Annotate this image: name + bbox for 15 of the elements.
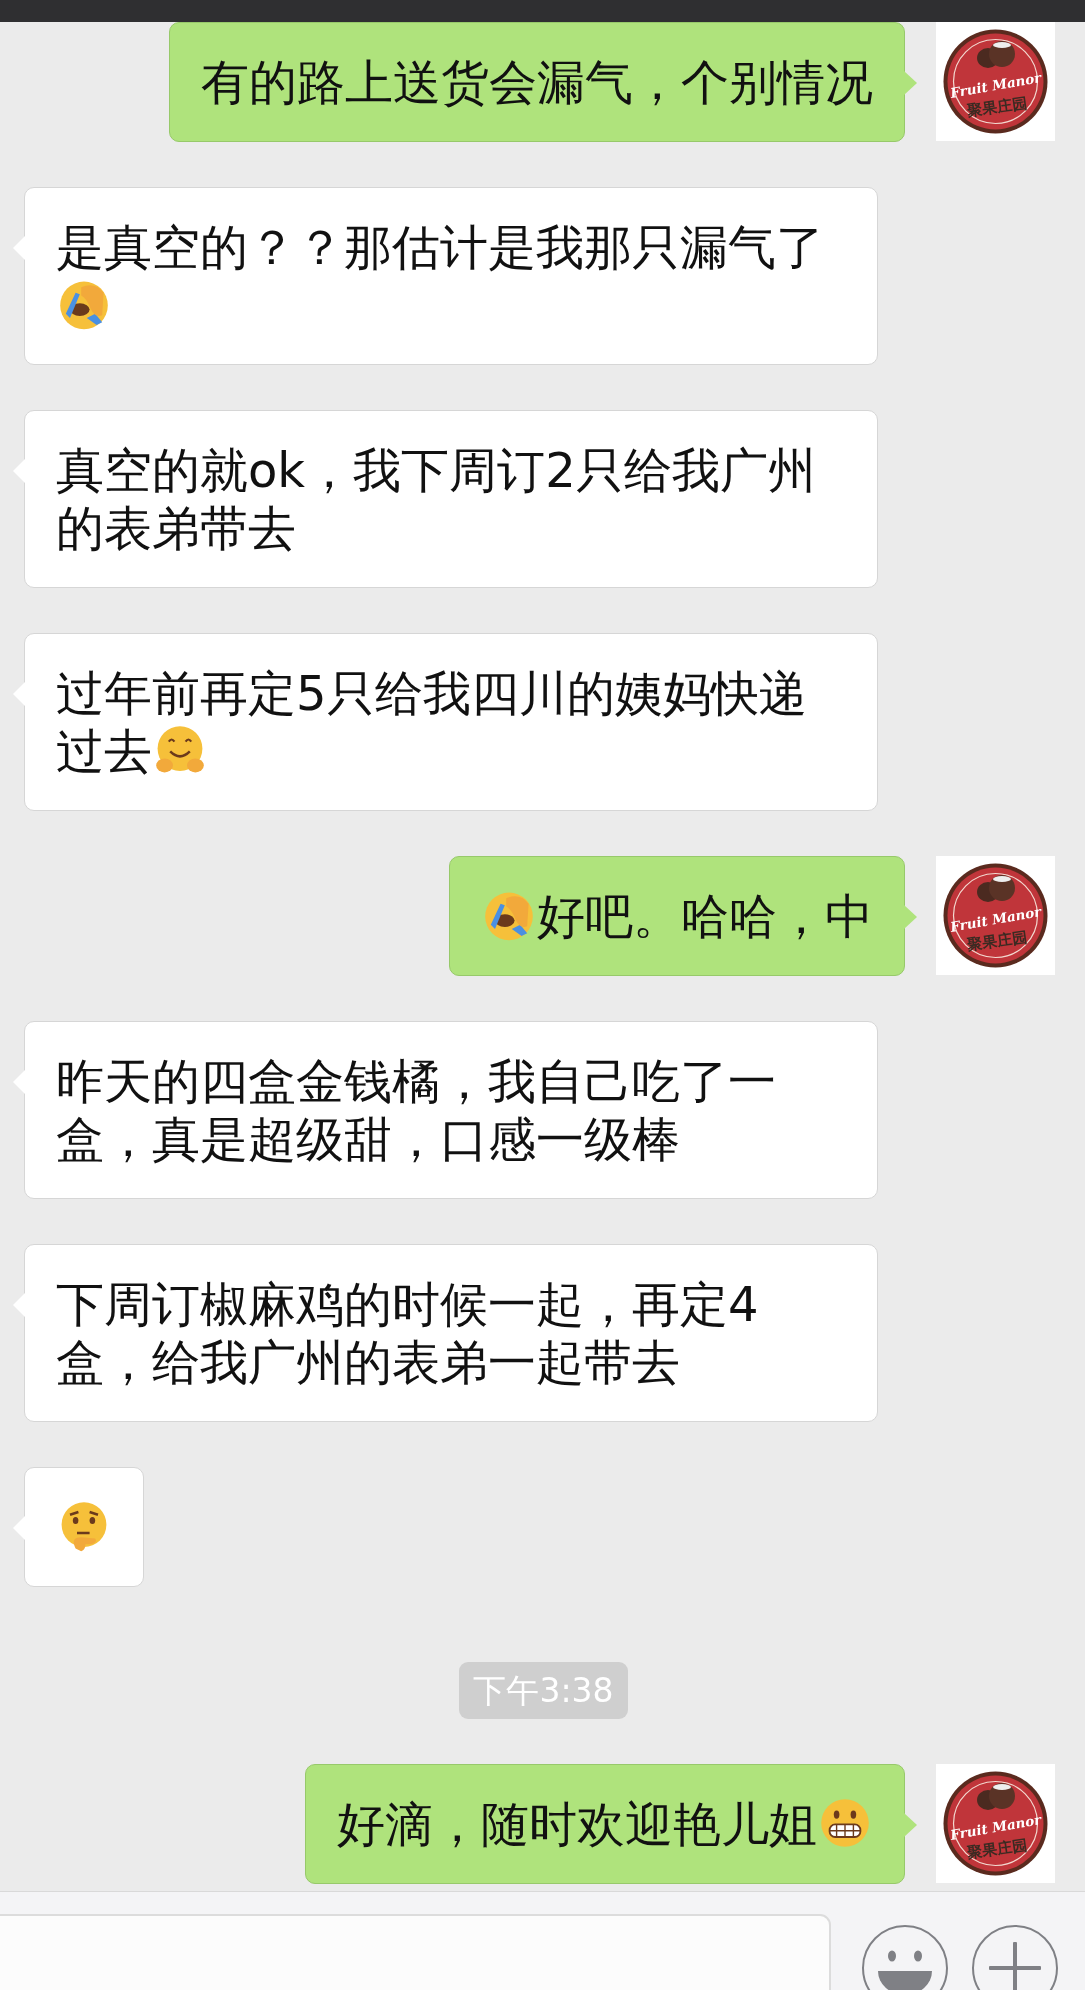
message-text: 过年前再定5只给我四川的姨妈快递 (56, 665, 807, 721)
message-text: 好吧。哈哈，中 (537, 888, 873, 944)
message-text: 真空的就ok，我下周订2只给我广州的表弟带去 (56, 442, 816, 556)
input-field[interactable] (0, 1914, 831, 1990)
message-text: 是真空的？？那估计是我那只漏气了 (56, 219, 824, 275)
emoji-button[interactable] (861, 1924, 949, 1990)
avatar[interactable]: Fruit Manor 聚果庄园 (936, 1764, 1055, 1883)
avatar[interactable]: Fruit Manor 聚果庄园 (936, 22, 1055, 141)
message-text: 下周订椒麻鸡的时候一起，再定4盒，给我广州的表弟一起带去 (56, 1276, 759, 1390)
message-text: 有的路上送货会漏气，个别情况 (201, 54, 873, 110)
message-text: 昨天的四盒金钱橘，我自己吃了一盒，真是超级甜，口感一级棒 (56, 1053, 776, 1167)
message-text: 好滴，随时欢迎艳儿姐 (337, 1796, 817, 1852)
plus-button[interactable] (971, 1924, 1059, 1990)
message-text: 过去 (56, 723, 152, 779)
avatar[interactable]: Fruit Manor 聚果庄园 (936, 856, 1055, 975)
